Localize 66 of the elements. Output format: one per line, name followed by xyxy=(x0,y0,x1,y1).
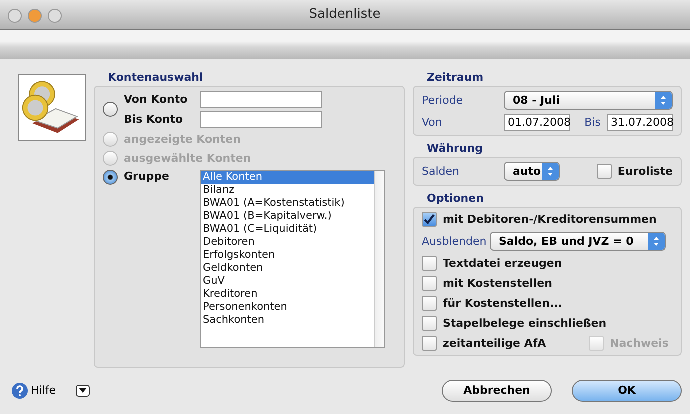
field-label: Bis xyxy=(584,116,601,129)
checkbox-label: Euroliste xyxy=(618,164,673,178)
checkbox-label: Stapelbelege einschließen xyxy=(443,316,607,330)
window-control-button[interactable] xyxy=(48,9,62,23)
stepper-icon xyxy=(542,162,560,180)
radio-label: ausgewählte Konten xyxy=(124,152,252,165)
checkbox[interactable] xyxy=(422,316,437,331)
window-control-button[interactable] xyxy=(8,9,22,23)
help-button[interactable]: Hilfe xyxy=(12,382,56,399)
field-label: Periode xyxy=(422,94,464,107)
radio-label: angezeigte Konten xyxy=(124,132,241,146)
input-field[interactable] xyxy=(200,110,322,128)
checkbox-label: mit Kostenstellen xyxy=(443,276,552,290)
checkbox-label: zeitanteilige AfA xyxy=(443,336,548,350)
list-item[interactable]: Erfolgskonten xyxy=(201,248,374,262)
checkbox[interactable] xyxy=(422,256,437,271)
stepper-icon xyxy=(655,92,672,109)
checkbox[interactable] xyxy=(422,296,437,311)
field-label: Von xyxy=(422,116,444,129)
dialog-button[interactable]: Abbrechen xyxy=(442,380,552,402)
window-title: Saldenliste xyxy=(309,7,381,22)
field-label: Ausblenden xyxy=(422,234,484,248)
section-title: Zeitraum xyxy=(427,70,485,84)
scrollbar-track[interactable] xyxy=(374,170,384,347)
radio-label: Gruppe xyxy=(124,170,170,183)
list-item[interactable]: Kreditoren xyxy=(201,288,374,301)
section-title: Währung xyxy=(427,142,484,155)
list-item[interactable]: BWA01 (A=Kostenstatistik) xyxy=(201,196,374,210)
help-icon xyxy=(12,382,28,399)
coins-book-icon xyxy=(18,74,86,141)
field-label: Von Konto xyxy=(124,92,189,106)
input-field[interactable] xyxy=(200,90,322,108)
list-item[interactable]: Alle Konten xyxy=(201,170,374,184)
section-title: Optionen xyxy=(427,192,485,205)
date-field[interactable]: 31.07.2008 xyxy=(607,114,673,131)
hide-select[interactable]: Saldo, EB und JVZ = 0 xyxy=(490,232,666,251)
group-list[interactable]: Alle Konten Bilanz BWA01 (A=Kostenstatistik) BWA01 (B=Kapitalverw.) BWA01 (C=Liquidität) Debitoren Erfolgskonten Geldkonten GuV Kreditoren Personenkonten Sachkonten xyxy=(200,170,385,348)
checkbox-label: mit Debitoren-/Kreditorensummen xyxy=(443,212,657,226)
list-item[interactable]: Personenkonten xyxy=(201,300,374,314)
list-item[interactable]: Bilanz xyxy=(201,184,374,197)
disclosure-button[interactable] xyxy=(76,384,90,397)
list-item[interactable]: GuV xyxy=(201,274,374,288)
dialog-button[interactable]: OK xyxy=(572,380,682,402)
radio-button[interactable] xyxy=(103,102,118,117)
stepper-icon xyxy=(648,232,665,250)
checkbox-label: Textdatei erzeugen xyxy=(443,256,562,270)
checkbox[interactable] xyxy=(422,336,437,351)
period-select[interactable]: 08 - Juli xyxy=(504,90,673,110)
checkbox-label: Nachweis xyxy=(610,336,669,350)
section-title: Kontenauswahl xyxy=(108,70,204,84)
checkbox[interactable] xyxy=(596,164,612,179)
window-control-button[interactable] xyxy=(28,9,42,23)
currency-select[interactable]: auto xyxy=(504,162,560,181)
checkbox-label: für Kostenstellen... xyxy=(443,296,562,310)
list-item[interactable]: BWA01 (C=Liquidität) xyxy=(201,222,374,236)
date-field[interactable]: 01.07.2008 xyxy=(504,114,570,131)
list-item[interactable]: Sachkonten xyxy=(201,314,374,327)
checkbox[interactable] xyxy=(422,212,437,227)
checkbox[interactable] xyxy=(422,276,437,291)
list-item[interactable]: Debitoren xyxy=(201,236,374,249)
triangle-down-icon xyxy=(79,388,88,394)
field-label: Bis Konto xyxy=(124,112,184,126)
radio-button[interactable] xyxy=(103,170,118,185)
list-item[interactable]: Geldkonten xyxy=(201,262,374,275)
field-label: Salden xyxy=(422,164,461,178)
list-item[interactable]: BWA01 (B=Kapitalverw.) xyxy=(201,210,374,223)
